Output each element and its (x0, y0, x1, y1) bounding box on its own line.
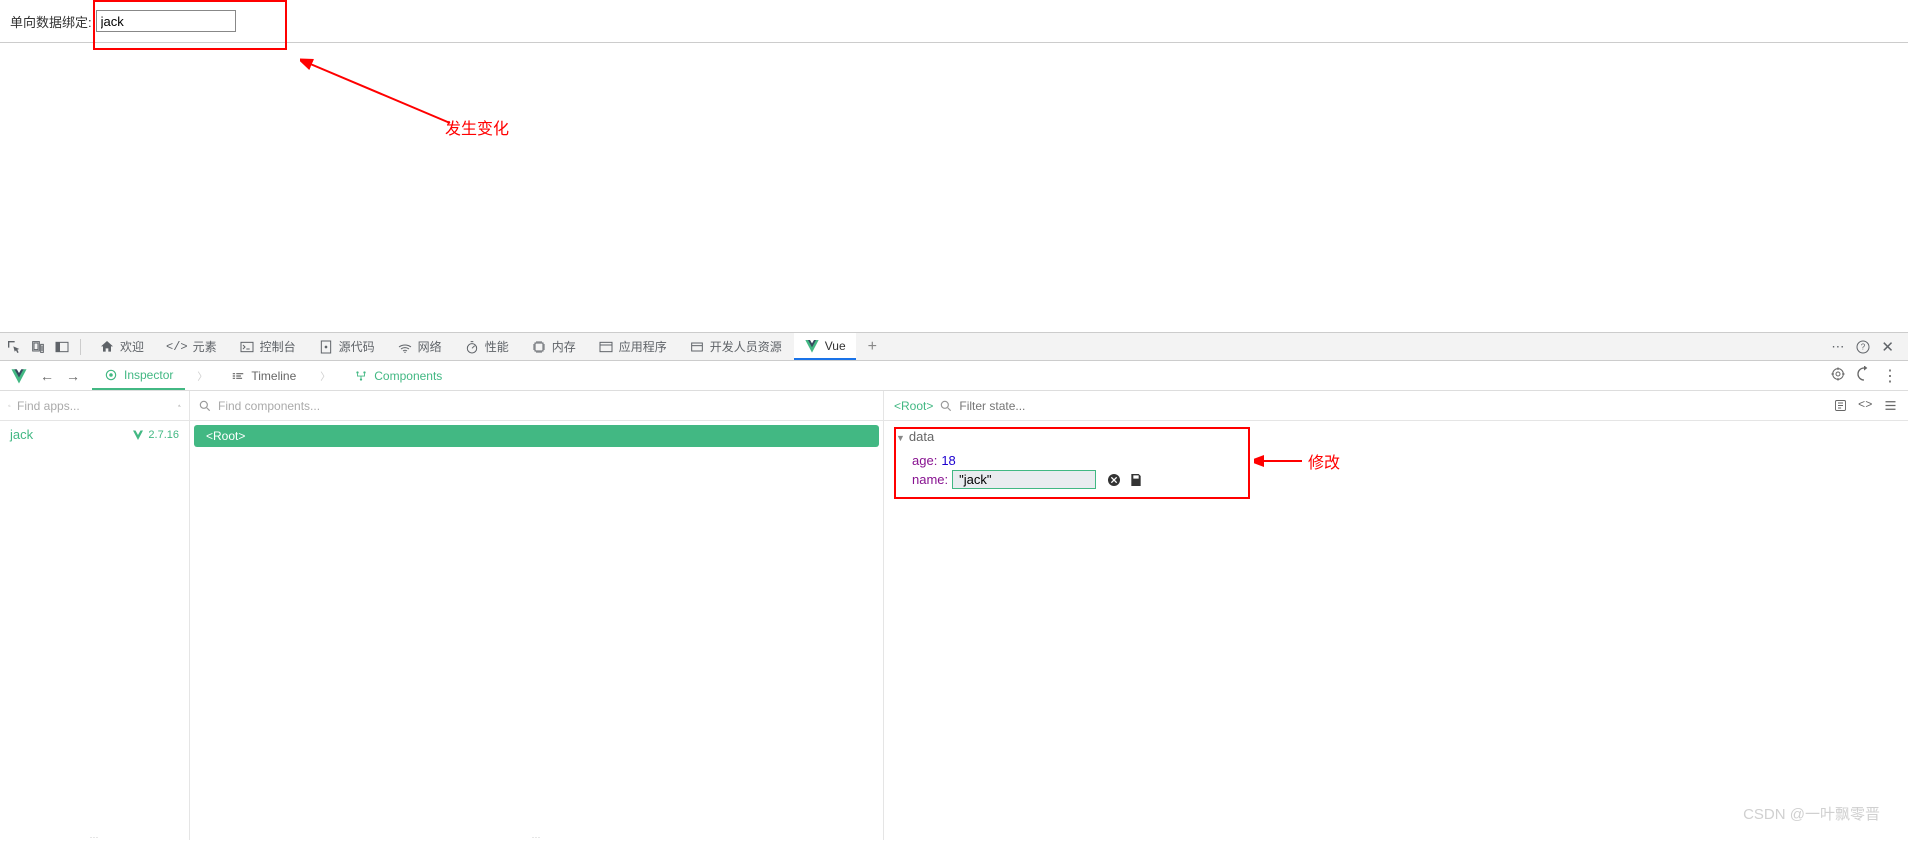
devtools-tabbar: 欢迎 </>元素 控制台 源代码 网络 性能 内存 应用程序 开发人员资源 Vu… (0, 333, 1908, 361)
state-panel: <Root> <> ▼data age: 18 name: (884, 391, 1908, 840)
dock-icon[interactable] (54, 339, 70, 355)
apps-search-row (0, 391, 189, 421)
tab-application[interactable]: 应用程序 (588, 333, 677, 360)
tab-devres[interactable]: 开发人员资源 (679, 333, 792, 360)
data-toggle[interactable]: ▼data (896, 429, 934, 444)
chevron-icon: 〉 (197, 368, 207, 383)
data-props: age: 18 name: (896, 445, 1896, 501)
tab-sources[interactable]: 源代码 (308, 333, 385, 360)
help-icon[interactable]: ? (1855, 339, 1871, 355)
tab-console[interactable]: 控制台 (229, 333, 306, 360)
more-icon[interactable]: ⋯ (1831, 339, 1845, 355)
tab-performance[interactable]: 性能 (454, 333, 519, 360)
page-viewport: 单向数据绑定: (0, 0, 1908, 43)
target-icon[interactable] (1830, 366, 1846, 382)
nav-forward-icon[interactable]: → (66, 368, 80, 384)
subtab-inspector[interactable]: Inspector (92, 361, 185, 390)
prop-key-name: name: (912, 472, 948, 487)
binding-input[interactable] (96, 10, 236, 32)
search-icon (939, 399, 953, 413)
binding-row: 单向数据绑定: (10, 10, 1898, 32)
tab-vue[interactable]: Vue (794, 333, 856, 360)
nav-back-icon[interactable]: ← (40, 368, 54, 384)
scroll-icon[interactable] (1833, 398, 1848, 413)
data-section: ▼data age: 18 name: (884, 421, 1908, 509)
apps-panel: jack 2.7.16 ⋯ (0, 391, 190, 840)
root-component[interactable]: <Root> (194, 425, 879, 447)
resize-handle[interactable]: ⋯ (86, 832, 104, 838)
kebab-icon[interactable]: ⋮ (1882, 366, 1898, 386)
app-version: 2.7.16 (132, 429, 179, 441)
inspect-icon[interactable] (6, 339, 22, 355)
prop-name: name: (912, 470, 1880, 489)
prop-age: age: 18 (912, 453, 1880, 468)
menu-icon[interactable] (1883, 398, 1898, 413)
resize-handle[interactable]: ⋯ (528, 832, 546, 838)
annotation-label-2: 修改 (1308, 449, 1340, 473)
watermark: CSDN @一叶飘零晋 (1743, 803, 1880, 824)
code-icon[interactable]: <> (1858, 398, 1873, 413)
search-icon (198, 399, 212, 413)
save-edit-icon[interactable] (1128, 472, 1144, 488)
refresh-icon[interactable] (1856, 366, 1872, 382)
search-icon (8, 399, 11, 413)
state-header: <Root> <> (884, 391, 1908, 421)
svg-text:?: ? (1861, 342, 1866, 351)
prop-edit-input[interactable] (952, 470, 1096, 489)
binding-label: 单向数据绑定: (10, 12, 92, 31)
state-root-tag: <Root> (894, 399, 933, 413)
devtools-panel: 欢迎 </>元素 控制台 源代码 网络 性能 内存 应用程序 开发人员资源 Vu… (0, 332, 1908, 840)
chevron-icon: 〉 (320, 368, 330, 383)
tab-welcome[interactable]: 欢迎 (89, 333, 154, 360)
subtab-timeline[interactable]: Timeline (219, 361, 308, 390)
apps-refresh-icon[interactable] (178, 399, 181, 413)
tab-network[interactable]: 网络 (387, 333, 452, 360)
state-filter-input[interactable] (959, 399, 1827, 413)
panels-row: jack 2.7.16 ⋯ <Root> ⋯ <Root> (0, 391, 1908, 840)
close-icon[interactable]: ✕ (1881, 338, 1894, 356)
components-panel: <Root> ⋯ (190, 391, 884, 840)
tab-memory[interactable]: 内存 (521, 333, 586, 360)
prop-key-age: age: (912, 453, 937, 468)
app-name: jack (10, 427, 33, 442)
prop-val-age[interactable]: 18 (941, 453, 955, 468)
app-item[interactable]: jack 2.7.16 (0, 421, 189, 448)
tab-elements[interactable]: </>元素 (156, 333, 227, 360)
components-search-row (190, 391, 883, 421)
apps-search-input[interactable] (17, 399, 172, 413)
annotation-label-1: 发生变化 (445, 115, 509, 139)
components-search-input[interactable] (218, 399, 875, 413)
devtools-icon-group (6, 339, 81, 355)
vue-logo-icon (10, 367, 28, 385)
cancel-edit-icon[interactable] (1106, 472, 1122, 488)
tab-add[interactable]: + (858, 333, 887, 360)
device-icon[interactable] (30, 339, 46, 355)
vue-toolbar: ← → Inspector 〉 Timeline 〉 Components ⋮ (0, 361, 1908, 391)
subtab-components[interactable]: Components (342, 361, 454, 390)
